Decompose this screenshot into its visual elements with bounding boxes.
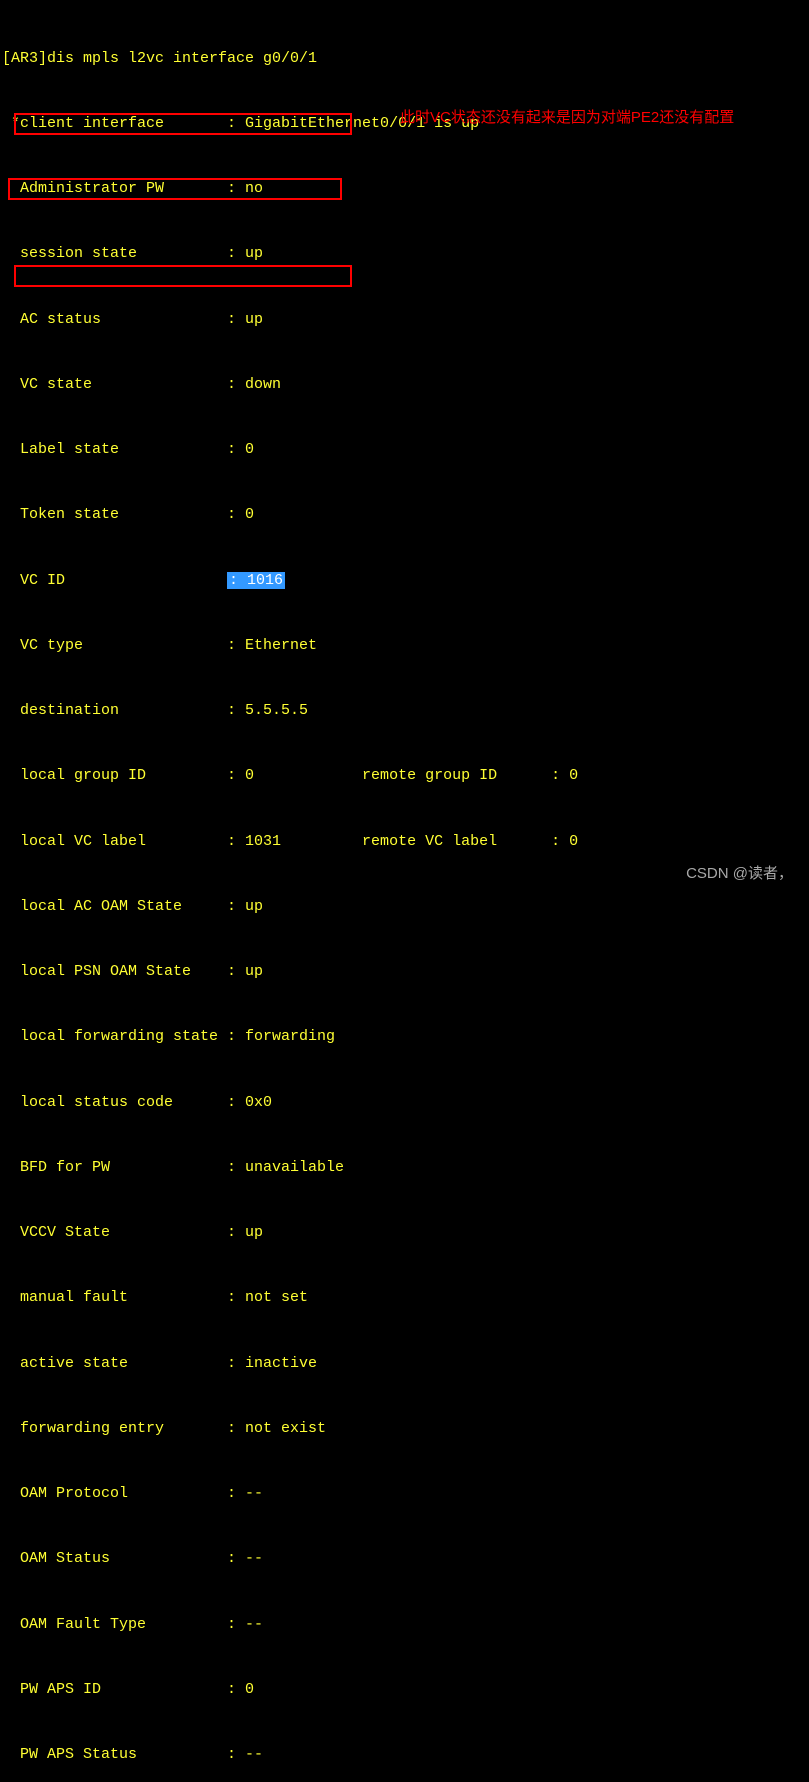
oam-status: OAM Status : --: [2, 1548, 807, 1570]
manual-fault: manual fault : not set: [2, 1287, 807, 1309]
local-forwarding-state: local forwarding state : forwarding: [2, 1026, 807, 1048]
token-state: Token state : 0: [2, 504, 807, 526]
forwarding-entry: forwarding entry : not exist: [2, 1418, 807, 1440]
bfd-for-pw: BFD for PW : unavailable: [2, 1157, 807, 1179]
vc-state: VC state : down: [2, 374, 807, 396]
vc-type: VC type : Ethernet: [2, 635, 807, 657]
session-state: session state : up: [2, 243, 807, 265]
vc-id: VC ID : 1016: [2, 570, 807, 592]
annotation-text: 此时VC状态还没有起来是因为对端PE2还没有配置: [400, 108, 740, 128]
watermark: CSDN @读者，: [686, 862, 793, 883]
vc-id-value-selected: : 1016: [227, 572, 285, 589]
pw-aps-id: PW APS ID : 0: [2, 1679, 807, 1701]
ac-status: AC status : up: [2, 309, 807, 331]
vccv-state: VCCV State : up: [2, 1222, 807, 1244]
label-state: Label state : 0: [2, 439, 807, 461]
terminal-output[interactable]: [AR3]dis mpls l2vc interface g0/0/1 *cli…: [0, 0, 809, 1782]
oam-fault-type: OAM Fault Type : --: [2, 1614, 807, 1636]
command-line: [AR3]dis mpls l2vc interface g0/0/1: [2, 48, 807, 70]
oam-protocol: OAM Protocol : --: [2, 1483, 807, 1505]
administrator-pw: Administrator PW : no: [2, 178, 807, 200]
active-state: active state : inactive: [2, 1353, 807, 1375]
destination: destination : 5.5.5.5: [2, 700, 807, 722]
local-ac-oam-state: local AC OAM State : up: [2, 896, 807, 918]
pw-aps-status: PW APS Status : --: [2, 1744, 807, 1766]
local-psn-oam-state: local PSN OAM State : up: [2, 961, 807, 983]
local-group-id: local group ID : 0 remote group ID : 0: [2, 765, 807, 787]
local-status-code: local status code : 0x0: [2, 1092, 807, 1114]
local-vc-label: local VC label : 1031 remote VC label : …: [2, 831, 807, 853]
